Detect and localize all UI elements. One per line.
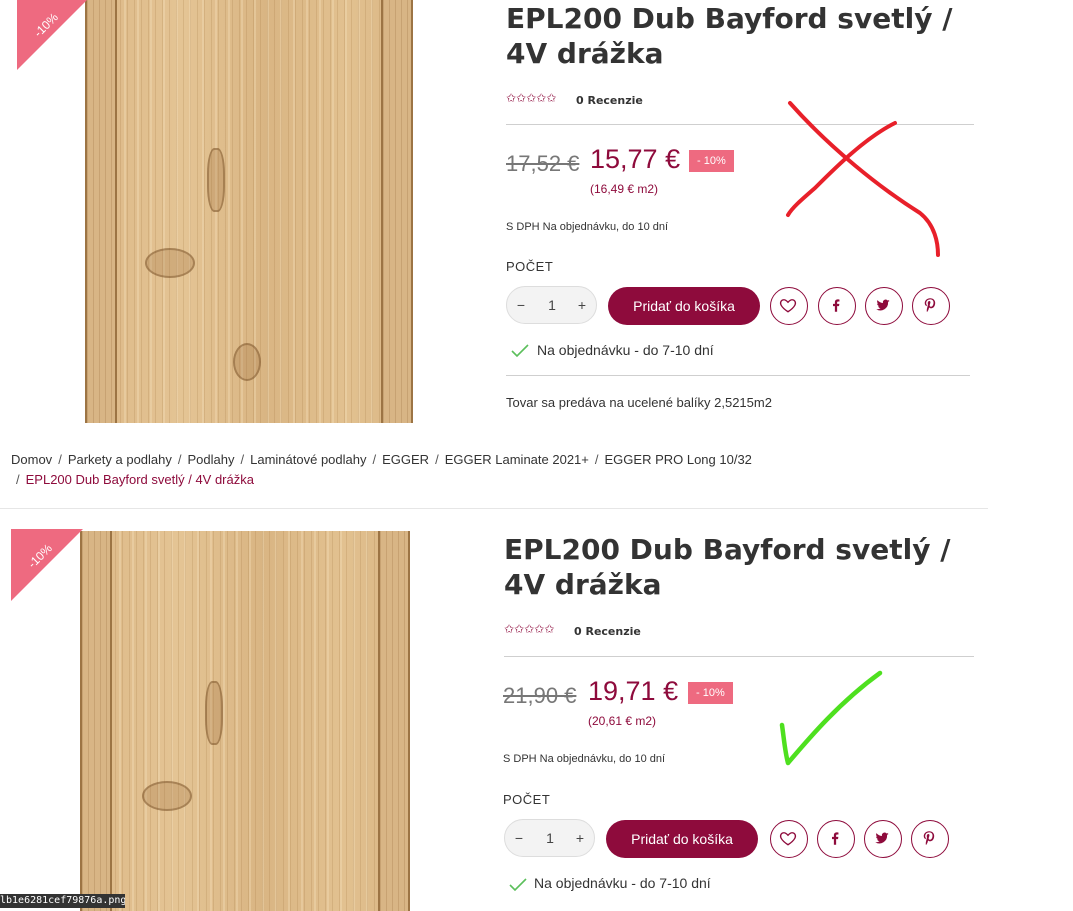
- breadcrumb: Domov / Parkety a podlahy / Podlahy / Lamináto…: [11, 450, 791, 490]
- twitter-share-button[interactable]: [864, 820, 902, 858]
- breadcrumb-item[interactable]: EGGER Laminate 2021+: [445, 452, 589, 467]
- quantity-input[interactable]: 1: [535, 820, 565, 856]
- quantity-decrease-button[interactable]: −: [509, 820, 529, 856]
- availability-text: Na objednávku - do 7-10 dní: [534, 875, 711, 891]
- quantity-label: POČET: [503, 792, 551, 807]
- wood-plank-right: [378, 531, 410, 911]
- vat-availability-text: S DPH Na objednávku, do 10 dní: [503, 753, 666, 765]
- breadcrumb-separator: /: [240, 452, 245, 467]
- old-price: 17,52 €: [506, 151, 580, 176]
- check-icon: [511, 344, 529, 358]
- image-filename-label: lb1e6281cef79876a.png: [0, 894, 125, 908]
- heart-icon: [779, 299, 797, 313]
- add-to-cart-button[interactable]: Pridať do košíka: [606, 820, 758, 858]
- vat-availability-text: S DPH Na objednávku, do 10 dní: [506, 221, 669, 233]
- facebook-icon: [833, 299, 840, 312]
- breadcrumb-item[interactable]: Domov: [11, 452, 52, 467]
- current-price: 15,77 €: [590, 144, 681, 174]
- wood-knot: [145, 248, 195, 278]
- breadcrumb-current: EPL200 Dub Bayford svetlý / 4V drážka: [25, 472, 254, 487]
- discount-ribbon: [17, 0, 89, 70]
- discount-badge: - 10%: [688, 682, 733, 704]
- unit-price: (20,61 € m2): [588, 714, 657, 728]
- product-image[interactable]: [85, 0, 413, 423]
- breadcrumb-item[interactable]: Laminátové podlahy: [250, 452, 366, 467]
- current-price: 19,71 €: [588, 676, 679, 706]
- breadcrumb-separator: /: [435, 452, 439, 467]
- breadcrumb-separator: /: [372, 452, 377, 467]
- breadcrumb-item[interactable]: EGGER PRO Long 10/32: [605, 452, 752, 467]
- reviews-link[interactable]: 0 Recenzie: [576, 94, 643, 107]
- breadcrumb-item[interactable]: EGGER: [382, 452, 429, 467]
- wood-knot: [233, 343, 261, 381]
- facebook-icon: [832, 832, 839, 845]
- twitter-icon: [875, 832, 889, 844]
- breadcrumb-separator: /: [58, 452, 62, 467]
- add-to-cart-button[interactable]: Pridať do košíka: [608, 287, 760, 325]
- breadcrumb-item[interactable]: Parkety a podlahy: [68, 452, 172, 467]
- pinterest-share-button[interactable]: [912, 287, 950, 325]
- reviews-link[interactable]: 0 Recenzie: [574, 625, 641, 638]
- quantity-increase-button[interactable]: +: [570, 820, 590, 856]
- wood-knot: [205, 681, 223, 745]
- pinterest-icon: [923, 831, 935, 846]
- old-price: 21,90 €: [503, 683, 577, 708]
- product-title: EPL200 Dub Bayford svetlý / 4V drážka: [504, 533, 951, 601]
- breadcrumb-separator: /: [177, 452, 182, 467]
- wood-plank-right: [381, 0, 413, 423]
- quantity-increase-button[interactable]: +: [572, 287, 592, 323]
- facebook-share-button[interactable]: [818, 287, 856, 325]
- pinterest-share-button[interactable]: [911, 820, 949, 858]
- rating-stars[interactable]: ✩✩✩✩✩: [506, 91, 556, 105]
- twitter-icon: [876, 299, 890, 311]
- pinterest-icon: [924, 298, 936, 313]
- breadcrumb-separator: /: [16, 472, 20, 487]
- package-note: Tovar sa predáva na ucelené balíky 2,521…: [506, 395, 772, 410]
- wood-plank-left: [80, 531, 112, 911]
- check-icon: [509, 878, 527, 892]
- quantity-input[interactable]: 1: [537, 287, 567, 323]
- wood-knot: [142, 781, 192, 811]
- divider: [506, 375, 970, 376]
- breadcrumb-item[interactable]: Podlahy: [188, 452, 235, 467]
- product-title: EPL200 Dub Bayford svetlý / 4V drážka: [506, 2, 953, 70]
- discount-badge: - 10%: [689, 150, 734, 172]
- quantity-stepper[interactable]: − 1 +: [506, 286, 597, 324]
- availability-text: Na objednávku - do 7-10 dní: [537, 342, 714, 358]
- divider: [504, 656, 974, 657]
- heart-icon: [779, 832, 797, 846]
- wishlist-button[interactable]: [770, 820, 808, 858]
- quantity-label: POČET: [506, 259, 554, 274]
- section-divider: [0, 508, 988, 509]
- unit-price: (16,49 € m2): [590, 182, 659, 196]
- twitter-share-button[interactable]: [865, 287, 903, 325]
- rating-stars[interactable]: ✩✩✩✩✩: [504, 622, 554, 636]
- green-check-annotation: [779, 670, 883, 766]
- red-cross-annotation: [786, 101, 940, 257]
- discount-ribbon: [11, 529, 83, 601]
- product-image[interactable]: [80, 531, 410, 911]
- quantity-stepper[interactable]: − 1 +: [504, 819, 595, 857]
- wood-knot: [207, 148, 225, 212]
- facebook-share-button[interactable]: [817, 820, 855, 858]
- product-block-top: -10% EPL200 Dub Bayford svetlý / 4V dráž…: [0, 0, 1073, 438]
- wood-plank-left: [85, 0, 117, 423]
- breadcrumb-separator: /: [594, 452, 599, 467]
- quantity-decrease-button[interactable]: −: [511, 287, 531, 323]
- product-block-bottom: -10% EPL200 Dub Bayford svetlý / 4V dráž…: [0, 529, 1073, 911]
- wishlist-button[interactable]: [770, 287, 808, 325]
